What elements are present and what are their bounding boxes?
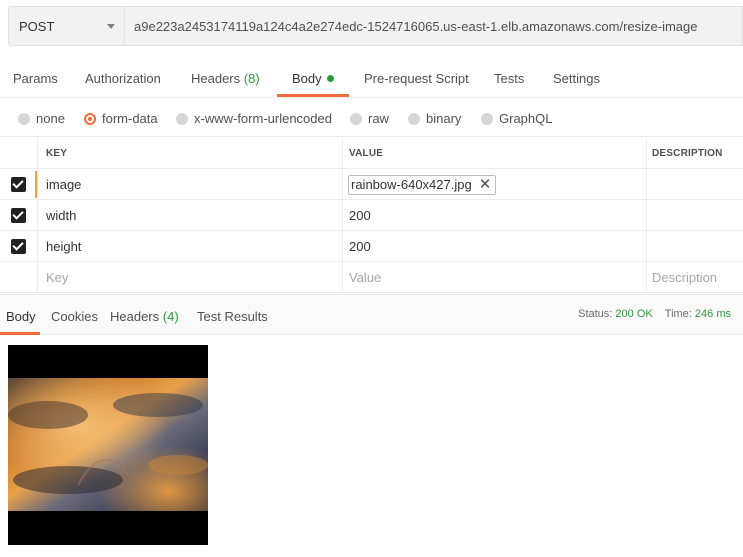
radio-form-data[interactable]: form-data [84,111,158,126]
row-checkbox[interactable] [11,208,26,223]
table-row: width 200 [0,200,743,231]
radio-circle [176,112,188,125]
row-checkbox[interactable] [11,177,26,192]
tab-settings[interactable]: Settings [553,71,600,86]
value-field[interactable]: rainbow-640x427.jpg ✕ [342,169,646,200]
tab-pre-request-script[interactable]: Pre-request Script [364,71,469,86]
response-status: Status: 200 OK Time: 246 ms [578,308,731,320]
form-data-table: KEY VALUE DESCRIPTION image rainbow-640x… [0,138,743,294]
sunset-clouds-image [8,345,208,545]
body-indicator-dot [326,75,334,82]
body-type-selector: none form-data x-www-form-urlencoded raw… [0,99,743,137]
header-checkbox-column [0,138,37,169]
tab-body[interactable]: Body [292,71,334,86]
file-name: rainbow-640x427.jpg [351,177,472,192]
response-tab-body[interactable]: Body [6,309,36,324]
tab-tests[interactable]: Tests [494,71,524,86]
radio-none[interactable]: none [18,111,65,126]
time-value: 246 ms [694,308,731,320]
value-field[interactable]: 200 [342,231,646,262]
radio-circle [350,112,362,125]
table-row: height 200 [0,231,743,262]
response-image-preview [8,345,208,545]
response-tab-test-results[interactable]: Test Results [197,309,268,324]
radio-circle [18,112,30,125]
request-tabs: Params Authorization Headers (8) Body Pr… [0,62,743,98]
radio-circle [481,112,493,125]
table-header-row: KEY VALUE DESCRIPTION [0,138,743,169]
description-placeholder[interactable]: Description [646,262,743,293]
close-icon[interactable]: ✕ [479,177,492,192]
description-field[interactable] [646,200,743,231]
description-field[interactable] [646,231,743,262]
time-label: Time: [664,308,692,320]
tab-authorization[interactable]: Authorization [85,71,161,86]
description-field[interactable] [646,169,743,200]
key-placeholder[interactable]: Key [37,262,342,293]
radio-circle [408,112,420,125]
file-chip: rainbow-640x427.jpg ✕ [348,174,497,195]
status-label: Status: [578,308,613,320]
radio-x-www-form-urlencoded[interactable]: x-www-form-urlencoded [176,111,332,126]
response-tab-cookies[interactable]: Cookies [51,309,98,324]
request-url-bar: POST a9e223a2453174119a124c4a2e274edc-15… [8,6,743,46]
headers-count: (8) [243,71,260,86]
value-field[interactable]: 200 [342,200,646,231]
key-field[interactable]: height [37,231,342,262]
tab-params[interactable]: Params [13,71,58,86]
header-value: VALUE [342,138,646,169]
header-key: KEY [37,138,342,169]
active-tab-underline [277,94,349,97]
radio-circle-selected [84,112,96,125]
response-tabs: Body Cookies Headers (4) Test Results St… [0,294,743,335]
method-select[interactable]: POST [8,6,124,46]
radio-graphql[interactable]: GraphQL [481,111,552,126]
url-input[interactable]: a9e223a2453174119a124c4a2e274edc-1524716… [124,6,743,46]
row-checkbox[interactable] [11,239,26,254]
key-field[interactable]: width [37,200,342,231]
response-tab-headers[interactable]: Headers (4) [110,309,179,324]
response-headers-count: (4) [162,309,179,324]
chevron-down-icon [107,24,115,29]
radio-binary[interactable]: binary [408,111,461,126]
status-value: 200 OK [615,308,653,320]
value-placeholder[interactable]: Value [342,262,646,293]
tab-headers[interactable]: Headers (8) [191,71,260,86]
key-field[interactable]: image [37,169,342,200]
table-row-empty: Key Value Description [0,262,743,293]
radio-raw[interactable]: raw [350,111,389,126]
method-label: POST [19,18,55,34]
table-row: image rainbow-640x427.jpg ✕ [0,169,743,200]
header-description: DESCRIPTION [646,138,743,169]
response-active-tab-underline [0,332,40,335]
